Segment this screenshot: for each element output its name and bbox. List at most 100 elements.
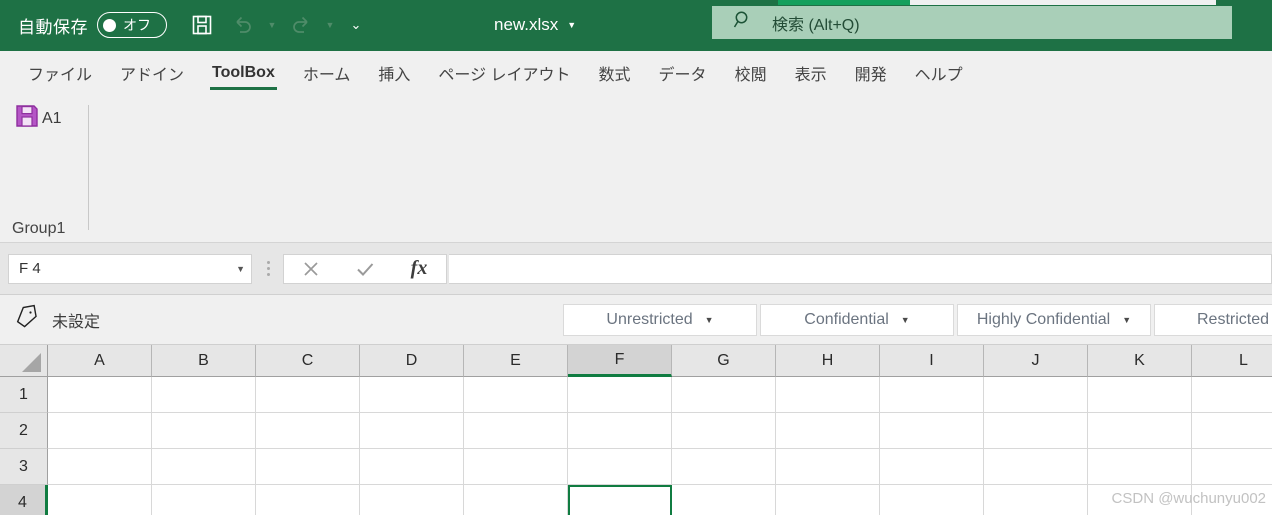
cell-j4[interactable] [984, 485, 1088, 515]
cell-d3[interactable] [360, 449, 464, 485]
tab-view[interactable]: 表示 [781, 51, 841, 95]
cell-k2[interactable] [1088, 413, 1192, 449]
tab-page-layout[interactable]: ページ レイアウト [424, 51, 584, 95]
cell-f3[interactable] [568, 449, 672, 485]
cell-f2[interactable] [568, 413, 672, 449]
tab-developer[interactable]: 開発 [841, 51, 901, 95]
row-header-1[interactable]: 1 [0, 377, 48, 413]
cell-h2[interactable] [776, 413, 880, 449]
cell-j3[interactable] [984, 449, 1088, 485]
cell-e2[interactable] [464, 413, 568, 449]
cell-g1[interactable] [672, 377, 776, 413]
chevron-down-icon[interactable]: ▼ [901, 315, 910, 325]
cell-k4[interactable] [1088, 485, 1192, 515]
cell-l2[interactable] [1192, 413, 1272, 449]
row-header-4[interactable]: 4 [0, 485, 48, 515]
sensitivity-button-confidential[interactable]: Confidential ▼ [760, 303, 954, 336]
cell-c2[interactable] [256, 413, 360, 449]
cell-d2[interactable] [360, 413, 464, 449]
tab-review[interactable]: 校閲 [721, 51, 781, 95]
tab-data[interactable]: データ [645, 51, 721, 95]
cell-g3[interactable] [672, 449, 776, 485]
column-header-k[interactable]: K [1088, 345, 1192, 377]
insert-function-fx-icon[interactable]: fx [392, 255, 446, 283]
cell-a1[interactable] [48, 377, 152, 413]
ribbon-button-a1[interactable]: A1 [14, 103, 88, 134]
enter-check-icon[interactable] [338, 255, 392, 283]
column-header-b[interactable]: B [152, 345, 256, 377]
cell-k3[interactable] [1088, 449, 1192, 485]
tab-addins[interactable]: アドイン [106, 51, 198, 95]
cell-a2[interactable] [48, 413, 152, 449]
cell-b2[interactable] [152, 413, 256, 449]
cell-l4[interactable] [1192, 485, 1272, 515]
row-header-2[interactable]: 2 [0, 413, 48, 449]
save-floppy-icon[interactable] [183, 6, 221, 44]
formula-input[interactable] [449, 253, 1272, 284]
sensitivity-button-restricted[interactable]: Restricted [1154, 303, 1272, 336]
sensitivity-button-unrestricted[interactable]: Unrestricted ▼ [563, 303, 757, 336]
cell-i2[interactable] [880, 413, 984, 449]
column-header-d[interactable]: D [360, 345, 464, 377]
filename-area[interactable]: new.xlsx ▼ [494, 15, 576, 35]
redo-arrow-icon[interactable] [282, 6, 320, 44]
cancel-x-icon[interactable] [284, 255, 338, 283]
autosave-toggle[interactable]: オフ [97, 12, 167, 38]
cell-f4-active[interactable] [568, 485, 672, 515]
name-box-dropdown-caret-icon[interactable]: ▼ [236, 264, 245, 274]
cell-c4[interactable] [256, 485, 360, 515]
chevron-down-icon[interactable]: ▼ [705, 315, 714, 325]
customize-quick-access-chevron-icon[interactable]: ⌄ [340, 6, 372, 44]
cell-i4[interactable] [880, 485, 984, 515]
tab-insert[interactable]: 挿入 [364, 51, 424, 95]
formula-bar-grip[interactable] [256, 254, 280, 284]
cell-g4[interactable] [672, 485, 776, 515]
cell-j1[interactable] [984, 377, 1088, 413]
column-header-f[interactable]: F [568, 345, 672, 377]
cell-b1[interactable] [152, 377, 256, 413]
column-header-j[interactable]: J [984, 345, 1088, 377]
filename-dropdown-caret-icon[interactable]: ▼ [567, 20, 576, 30]
column-header-h[interactable]: H [776, 345, 880, 377]
tab-home[interactable]: ホーム [289, 51, 365, 95]
cell-l1[interactable] [1192, 377, 1272, 413]
cell-g2[interactable] [672, 413, 776, 449]
cell-d1[interactable] [360, 377, 464, 413]
cell-b3[interactable] [152, 449, 256, 485]
column-header-e[interactable]: E [464, 345, 568, 377]
cell-a3[interactable] [48, 449, 152, 485]
cell-c1[interactable] [256, 377, 360, 413]
name-box[interactable]: F 4 ▼ [8, 253, 252, 284]
cell-b4[interactable] [152, 485, 256, 515]
select-all-corner-button[interactable] [0, 345, 48, 377]
column-header-c[interactable]: C [256, 345, 360, 377]
tab-help[interactable]: ヘルプ [901, 51, 977, 95]
cell-h1[interactable] [776, 377, 880, 413]
cell-k1[interactable] [1088, 377, 1192, 413]
cell-h3[interactable] [776, 449, 880, 485]
cell-f1[interactable] [568, 377, 672, 413]
tab-formulas[interactable]: 数式 [585, 51, 645, 95]
tab-file[interactable]: ファイル [14, 51, 106, 95]
cell-c3[interactable] [256, 449, 360, 485]
chevron-down-icon[interactable]: ▼ [1122, 315, 1131, 325]
cell-l3[interactable] [1192, 449, 1272, 485]
tab-toolbox[interactable]: ToolBox [198, 51, 289, 95]
cell-j2[interactable] [984, 413, 1088, 449]
cell-e3[interactable] [464, 449, 568, 485]
row-header-3[interactable]: 3 [0, 449, 48, 485]
cell-i3[interactable] [880, 449, 984, 485]
cell-a4[interactable] [48, 485, 152, 515]
undo-dropdown-caret-icon[interactable]: ▼ [265, 6, 279, 44]
column-header-i[interactable]: I [880, 345, 984, 377]
cell-d4[interactable] [360, 485, 464, 515]
column-header-l[interactable]: L [1192, 345, 1272, 377]
cell-e1[interactable] [464, 377, 568, 413]
column-header-g[interactable]: G [672, 345, 776, 377]
undo-arrow-icon[interactable] [224, 6, 262, 44]
column-header-a[interactable]: A [48, 345, 152, 377]
search-input[interactable]: 検索 (Alt+Q) [712, 6, 1232, 39]
redo-dropdown-caret-icon[interactable]: ▼ [323, 6, 337, 44]
cell-h4[interactable] [776, 485, 880, 515]
cell-i1[interactable] [880, 377, 984, 413]
